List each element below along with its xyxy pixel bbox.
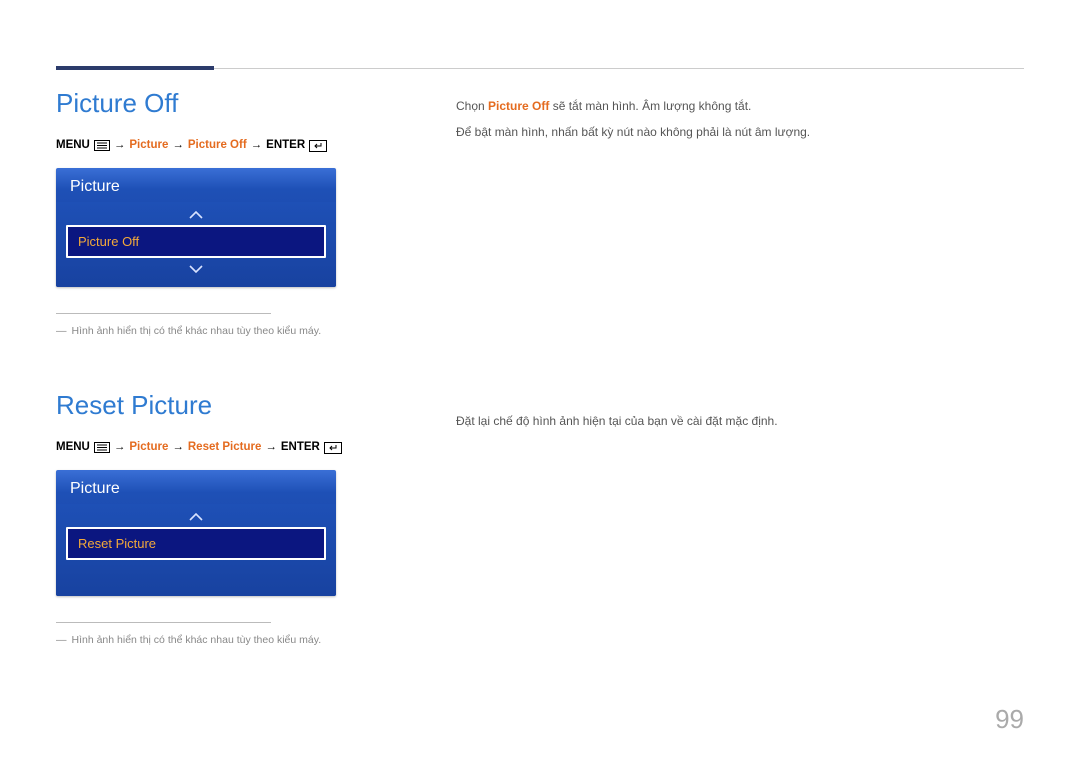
section-reset-picture: Reset Picture MENU → Picture → Reset Pic…	[56, 390, 396, 649]
breadcrumb-picture: Picture	[129, 137, 168, 154]
note-text: Hình ảnh hiển thị có thể khác nhau tùy t…	[72, 634, 322, 646]
osd-body: Picture Off	[56, 202, 336, 287]
arrow-icon: →	[114, 439, 126, 456]
left-column: Picture Off MENU → Picture → Picture Off…	[56, 88, 396, 649]
note-rule	[56, 622, 271, 623]
osd-body: Reset Picture	[56, 504, 336, 596]
content-columns: Picture Off MENU → Picture → Picture Off…	[56, 58, 1024, 649]
desc-block-2: Đặt lại chế độ hình ảnh hiện tại của bạn…	[456, 149, 1024, 431]
note-2: ― Hình ảnh hiển thị có thể khác nhau tùy …	[56, 633, 396, 649]
osd-selected-item[interactable]: Reset Picture	[66, 527, 326, 560]
section-title: Reset Picture	[56, 390, 396, 421]
desc-pre: Chọn	[456, 99, 488, 113]
section-picture-off: Picture Off MENU → Picture → Picture Off…	[56, 88, 396, 340]
osd-menu-1: Picture Picture Off	[56, 168, 336, 287]
enter-icon	[324, 442, 342, 454]
chevron-up-icon[interactable]	[66, 206, 326, 223]
note-1: ― Hình ảnh hiển thị có thể khác nhau tùy …	[56, 324, 396, 340]
desc-block-1: Chọn Picture Off sẽ tắt màn hình. Âm lượ…	[456, 88, 1024, 143]
note-text: Hình ảnh hiển thị có thể khác nhau tùy t…	[72, 325, 322, 337]
right-column: Chọn Picture Off sẽ tắt màn hình. Âm lượ…	[456, 88, 1024, 649]
breadcrumb-reset-picture: Reset Picture	[188, 439, 262, 456]
page-number: 99	[995, 704, 1024, 735]
arrow-icon: →	[251, 137, 263, 154]
section-title: Picture Off	[56, 88, 396, 119]
osd-title: Picture	[56, 168, 336, 202]
osd-selected-item[interactable]: Picture Off	[66, 225, 326, 258]
menu-icon	[94, 140, 110, 151]
arrow-icon: →	[172, 439, 184, 456]
desc-highlight: Picture Off	[488, 99, 549, 113]
desc-line-1: Chọn Picture Off sẽ tắt màn hình. Âm lượ…	[456, 96, 1024, 116]
breadcrumb-1: MENU → Picture → Picture Off → ENTER	[56, 137, 396, 154]
enter-icon	[309, 140, 327, 152]
arrow-icon: →	[114, 137, 126, 154]
note-dash: ―	[56, 325, 67, 337]
osd-menu-2: Picture Reset Picture	[56, 470, 336, 596]
menu-icon	[94, 442, 110, 453]
arrow-icon: →	[265, 439, 277, 456]
breadcrumb-enter: ENTER	[266, 137, 305, 154]
breadcrumb-2: MENU → Picture → Reset Picture → ENTER	[56, 439, 396, 456]
chevron-up-icon[interactable]	[66, 508, 326, 525]
breadcrumb-picture: Picture	[129, 439, 168, 456]
arrow-icon: →	[172, 137, 184, 154]
desc-post: sẽ tắt màn hình. Âm lượng không tắt.	[549, 99, 751, 113]
desc-line-2: Để bật màn hình, nhấn bất kỳ nút nào khô…	[456, 122, 1024, 142]
page: Picture Off MENU → Picture → Picture Off…	[0, 0, 1080, 763]
chevron-down-icon[interactable]	[66, 260, 326, 277]
breadcrumb-menu: MENU	[56, 137, 90, 154]
breadcrumb-menu: MENU	[56, 439, 90, 456]
breadcrumb-enter: ENTER	[281, 439, 320, 456]
note-rule	[56, 313, 271, 314]
breadcrumb-picture-off: Picture Off	[188, 137, 247, 154]
osd-title: Picture	[56, 470, 336, 504]
osd-spacer	[66, 562, 326, 586]
top-rule-accent	[56, 66, 214, 70]
desc-line-1: Đặt lại chế độ hình ảnh hiện tại của bạn…	[456, 411, 1024, 431]
note-dash: ―	[56, 634, 67, 646]
